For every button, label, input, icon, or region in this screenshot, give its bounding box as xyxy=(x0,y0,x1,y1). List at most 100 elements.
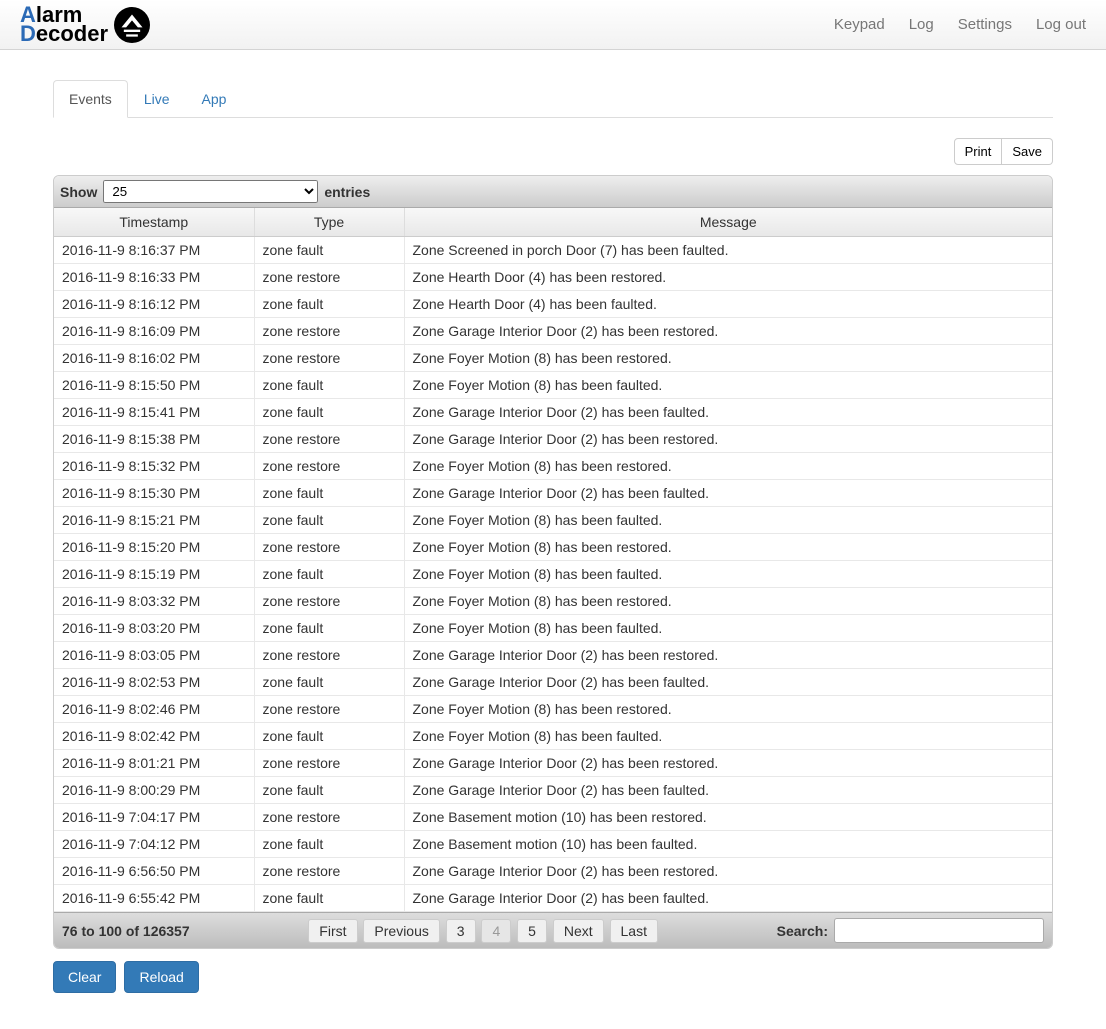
cell-type: zone fault xyxy=(254,723,404,750)
cell-message: Zone Screened in porch Door (7) has been… xyxy=(404,237,1052,264)
cell-timestamp: 2016-11-9 8:15:38 PM xyxy=(54,426,254,453)
cell-message: Zone Garage Interior Door (2) has been r… xyxy=(404,642,1052,669)
cell-timestamp: 2016-11-9 7:04:17 PM xyxy=(54,804,254,831)
cell-type: zone fault xyxy=(254,507,404,534)
tab-nav: Events Live App xyxy=(53,80,1053,118)
table-row: 2016-11-9 8:15:32 PMzone restoreZone Foy… xyxy=(54,453,1052,480)
cell-type: zone restore xyxy=(254,453,404,480)
tab-events[interactable]: Events xyxy=(53,80,128,118)
col-message[interactable]: Message xyxy=(404,208,1052,237)
table-row: 2016-11-9 8:16:09 PMzone restoreZone Gar… xyxy=(54,318,1052,345)
page-3[interactable]: 3 xyxy=(446,919,476,943)
table-row: 2016-11-9 8:03:20 PMzone faultZone Foyer… xyxy=(54,615,1052,642)
cell-type: zone restore xyxy=(254,588,404,615)
cell-type: zone fault xyxy=(254,615,404,642)
nav-log[interactable]: Log xyxy=(909,16,934,33)
cell-message: Zone Foyer Motion (8) has been restored. xyxy=(404,696,1052,723)
cell-type: zone fault xyxy=(254,237,404,264)
cell-type: zone restore xyxy=(254,426,404,453)
cell-timestamp: 2016-11-9 8:01:21 PM xyxy=(54,750,254,777)
table-row: 2016-11-9 8:15:19 PMzone faultZone Foyer… xyxy=(54,561,1052,588)
cell-type: zone fault xyxy=(254,777,404,804)
cell-type: zone restore xyxy=(254,858,404,885)
cell-timestamp: 2016-11-9 8:16:33 PM xyxy=(54,264,254,291)
cell-type: zone restore xyxy=(254,696,404,723)
page-first[interactable]: First xyxy=(308,919,357,943)
cell-type: zone restore xyxy=(254,750,404,777)
table-row: 2016-11-9 8:02:42 PMzone faultZone Foyer… xyxy=(54,723,1052,750)
cell-timestamp: 2016-11-9 8:00:29 PM xyxy=(54,777,254,804)
cell-message: Zone Garage Interior Door (2) has been f… xyxy=(404,777,1052,804)
print-button[interactable]: Print xyxy=(954,138,1003,165)
nav-logout[interactable]: Log out xyxy=(1036,16,1086,33)
page-5[interactable]: 5 xyxy=(517,919,547,943)
cell-timestamp: 2016-11-9 8:03:20 PM xyxy=(54,615,254,642)
table-row: 2016-11-9 8:15:30 PMzone faultZone Garag… xyxy=(54,480,1052,507)
tab-app[interactable]: App xyxy=(186,80,243,118)
cell-message: Zone Basement motion (10) has been fault… xyxy=(404,831,1052,858)
cell-type: zone restore xyxy=(254,345,404,372)
table-row: 2016-11-9 8:01:21 PMzone restoreZone Gar… xyxy=(54,750,1052,777)
table-row: 2016-11-9 7:04:17 PMzone restoreZone Bas… xyxy=(54,804,1052,831)
events-table-wrap: Show 25 entries Timestamp Type Message 2… xyxy=(53,175,1053,949)
col-timestamp[interactable]: Timestamp xyxy=(54,208,254,237)
page-next[interactable]: Next xyxy=(553,919,604,943)
brand[interactable]: Alarm Decoder xyxy=(20,6,150,43)
cell-type: zone fault xyxy=(254,561,404,588)
cell-type: zone restore xyxy=(254,318,404,345)
nav-keypad[interactable]: Keypad xyxy=(834,16,885,33)
cell-timestamp: 2016-11-9 8:15:41 PM xyxy=(54,399,254,426)
cell-timestamp: 2016-11-9 7:04:12 PM xyxy=(54,831,254,858)
cell-message: Zone Garage Interior Door (2) has been f… xyxy=(404,480,1052,507)
cell-timestamp: 2016-11-9 8:15:32 PM xyxy=(54,453,254,480)
search-label: Search: xyxy=(777,923,828,939)
cell-timestamp: 2016-11-9 8:16:09 PM xyxy=(54,318,254,345)
col-type[interactable]: Type xyxy=(254,208,404,237)
table-row: 2016-11-9 8:15:38 PMzone restoreZone Gar… xyxy=(54,426,1052,453)
cell-timestamp: 2016-11-9 8:15:19 PM xyxy=(54,561,254,588)
action-buttons: Clear Reload xyxy=(53,961,1053,993)
table-row: 2016-11-9 7:04:12 PMzone faultZone Basem… xyxy=(54,831,1052,858)
table-row: 2016-11-9 6:56:50 PMzone restoreZone Gar… xyxy=(54,858,1052,885)
cell-type: zone fault xyxy=(254,480,404,507)
page-4[interactable]: 4 xyxy=(481,919,511,943)
save-button[interactable]: Save xyxy=(1002,138,1053,165)
cell-message: Zone Foyer Motion (8) has been faulted. xyxy=(404,561,1052,588)
events-table: Timestamp Type Message 2016-11-9 8:16:37… xyxy=(54,208,1052,912)
clear-button[interactable]: Clear xyxy=(53,961,116,993)
table-row: 2016-11-9 8:16:33 PMzone restoreZone Hea… xyxy=(54,264,1052,291)
cell-timestamp: 2016-11-9 8:02:42 PM xyxy=(54,723,254,750)
cell-timestamp: 2016-11-9 8:15:50 PM xyxy=(54,372,254,399)
cell-message: Zone Foyer Motion (8) has been faulted. xyxy=(404,615,1052,642)
cell-message: Zone Garage Interior Door (2) has been f… xyxy=(404,669,1052,696)
search-box: Search: xyxy=(777,918,1044,943)
cell-type: zone fault xyxy=(254,885,404,912)
cell-message: Zone Hearth Door (4) has been restored. xyxy=(404,264,1052,291)
cell-timestamp: 2016-11-9 8:15:30 PM xyxy=(54,480,254,507)
table-row: 2016-11-9 8:16:37 PMzone faultZone Scree… xyxy=(54,237,1052,264)
cell-type: zone fault xyxy=(254,291,404,318)
cell-message: Zone Foyer Motion (8) has been faulted. xyxy=(404,723,1052,750)
table-row: 2016-11-9 8:15:41 PMzone faultZone Garag… xyxy=(54,399,1052,426)
cell-message: Zone Foyer Motion (8) has been restored. xyxy=(404,453,1052,480)
brand-text: Alarm Decoder xyxy=(20,6,108,43)
table-row: 2016-11-9 8:03:32 PMzone restoreZone Foy… xyxy=(54,588,1052,615)
cell-message: Zone Basement motion (10) has been resto… xyxy=(404,804,1052,831)
search-input[interactable] xyxy=(834,918,1044,943)
page-prev[interactable]: Previous xyxy=(363,919,439,943)
cell-type: zone restore xyxy=(254,804,404,831)
brand-icon xyxy=(114,7,150,43)
cell-timestamp: 2016-11-9 8:15:20 PM xyxy=(54,534,254,561)
cell-type: zone restore xyxy=(254,264,404,291)
show-label: Show xyxy=(60,184,97,200)
navbar-nav: Keypad Log Settings Log out xyxy=(834,16,1086,33)
toolbar: Print Save xyxy=(53,138,1053,165)
page-length-select[interactable]: 25 xyxy=(103,180,318,203)
cell-type: zone restore xyxy=(254,642,404,669)
cell-timestamp: 2016-11-9 8:16:37 PM xyxy=(54,237,254,264)
reload-button[interactable]: Reload xyxy=(124,961,198,993)
nav-settings[interactable]: Settings xyxy=(958,16,1012,33)
cell-message: Zone Foyer Motion (8) has been restored. xyxy=(404,534,1052,561)
page-last[interactable]: Last xyxy=(610,919,658,943)
tab-live[interactable]: Live xyxy=(128,80,186,118)
